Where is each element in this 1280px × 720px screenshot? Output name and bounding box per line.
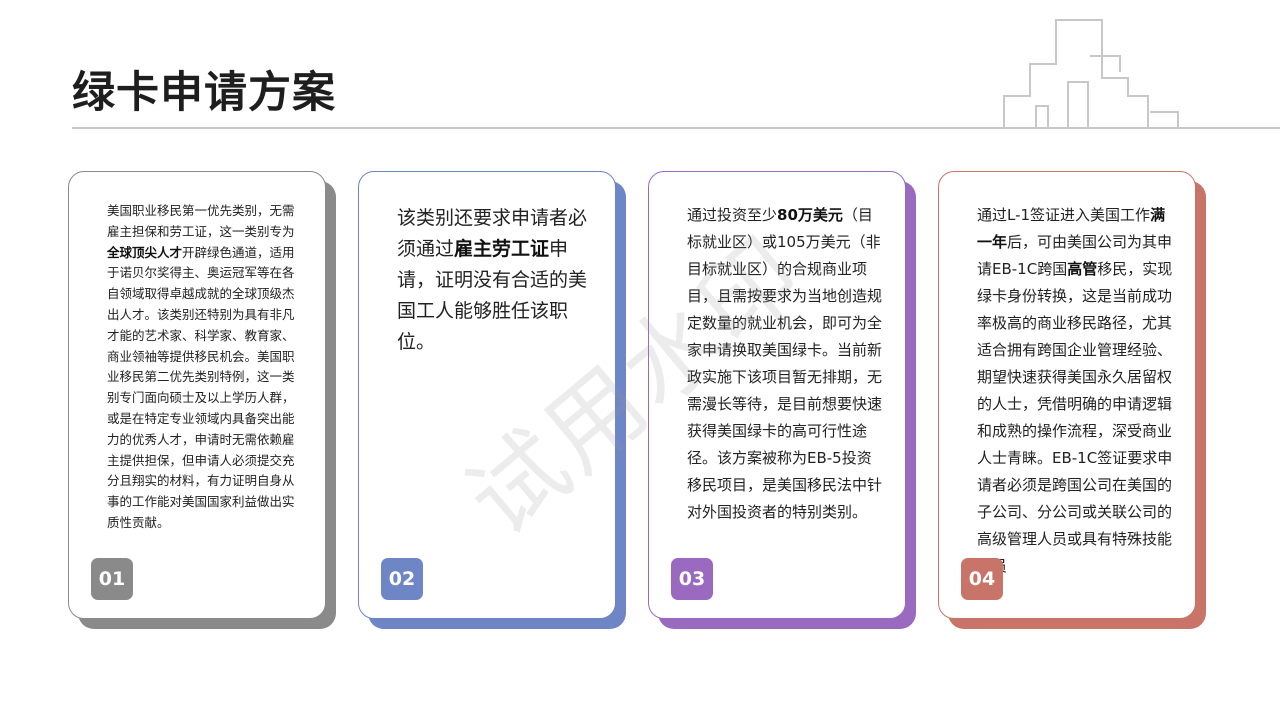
- card-02-number: 02: [381, 558, 423, 600]
- card-04: 通过L-1签证进入美国工作满一年后，可由美国公司为其申请EB-1C跨国高管移民，…: [938, 171, 1206, 629]
- card-04-text: 通过L-1签证进入美国工作满一年后，可由美国公司为其申请EB-1C跨国高管移民，…: [977, 202, 1177, 580]
- city-skyline-decoration: [1003, 19, 1179, 127]
- card-01-text: 美国职业移民第一优先类别，无需雇主担保和劳工证，这一类别专为全球顶尖人才开辟绿色…: [107, 201, 303, 534]
- card-01: 美国职业移民第一优先类别，无需雇主担保和劳工证，这一类别专为全球顶尖人才开辟绿色…: [68, 171, 336, 629]
- card-02-text: 该类别还要求申请者必须通过雇主劳工证申请，证明没有合适的美国工人能够胜任该职位。: [397, 203, 593, 358]
- card-03-body: 通过投资至少80万美元（目标就业区）或105万美元（非目标就业区）的合规商业项目…: [648, 171, 906, 619]
- card-text-emphasis: 全球顶尖人才: [107, 244, 183, 260]
- card-text-segment: 美国职业移民第一优先类别，无需雇主担保和劳工证，这一类别专为: [107, 203, 295, 239]
- card-01-body: 美国职业移民第一优先类别，无需雇主担保和劳工证，这一类别专为全球顶尖人才开辟绿色…: [68, 171, 326, 619]
- slide-title: 绿卡申请方案: [72, 68, 336, 118]
- card-04-body: 通过L-1签证进入美国工作满一年后，可由美国公司为其申请EB-1C跨国高管移民，…: [938, 171, 1196, 619]
- card-text-segment: 通过投资至少: [687, 206, 778, 224]
- card-text-segment: 开辟绿色通道，适用于诺贝尔奖得主、奥运冠军等在各自领域取得卓越成就的全球顶级杰出…: [107, 244, 295, 530]
- card-text-segment: 通过L-1签证进入美国工作: [977, 206, 1151, 224]
- title-divider: [72, 127, 1280, 129]
- card-03-number: 03: [671, 558, 713, 600]
- card-04-number: 04: [961, 558, 1003, 600]
- card-text-emphasis: 高管: [1067, 260, 1098, 278]
- card-02: 该类别还要求申请者必须通过雇主劳工证申请，证明没有合适的美国工人能够胜任该职位。…: [358, 171, 626, 629]
- card-text-segment: 移民，实现绿卡身份转换，这是当前成功率极高的商业移民路径，尤其适合拥有跨国企业管…: [977, 260, 1173, 575]
- card-03-text: 通过投资至少80万美元（目标就业区）或105万美元（非目标就业区）的合规商业项目…: [687, 202, 885, 526]
- card-text-segment: （目标就业区）或105万美元（非目标就业区）的合规商业项目，且需按要求为当地创造…: [687, 206, 883, 521]
- card-text-emphasis: 雇主劳工证: [454, 238, 550, 260]
- card-01-number: 01: [91, 558, 133, 600]
- card-03: 通过投资至少80万美元（目标就业区）或105万美元（非目标就业区）的合规商业项目…: [648, 171, 916, 629]
- card-text-emphasis: 80万美元: [777, 206, 843, 224]
- card-02-body: 该类别还要求申请者必须通过雇主劳工证申请，证明没有合适的美国工人能够胜任该职位。…: [358, 171, 616, 619]
